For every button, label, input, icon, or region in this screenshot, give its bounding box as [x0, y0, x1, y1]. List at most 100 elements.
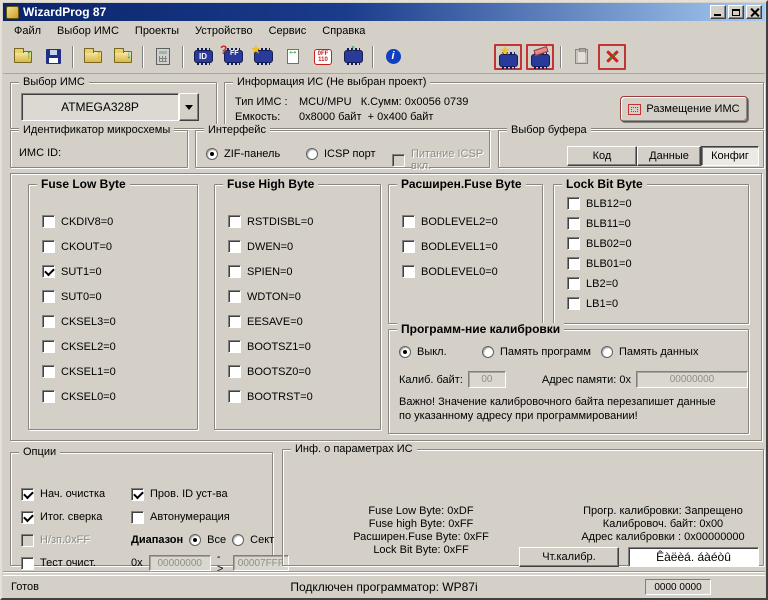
lock-bit-checkbox[interactable] — [567, 237, 580, 250]
fuse-bit-checkbox[interactable] — [42, 315, 55, 328]
buffer-code-button[interactable]: Код — [567, 146, 637, 166]
autonumber-checkbox[interactable] — [131, 511, 144, 524]
exit-button[interactable] — [598, 44, 626, 70]
fuse-bit-checkbox[interactable] — [42, 290, 55, 303]
range-all-radio[interactable] — [189, 534, 201, 546]
open-project-button[interactable]: ↑ — [8, 44, 38, 70]
fuse-bit-checkbox[interactable] — [42, 240, 55, 253]
menu-item[interactable]: Файл — [6, 23, 49, 39]
erase-chip-button[interactable] — [526, 44, 554, 70]
lock-bit-checkbox[interactable] — [567, 197, 580, 210]
calibration-progmem-radio[interactable] — [482, 346, 494, 358]
calibration-bytes-field[interactable]: Êàëèá. áàéòû — [628, 547, 759, 567]
fuse-bit-row[interactable]: EESAVE=0 — [228, 315, 380, 328]
hex-view-button[interactable]: 0FF110 — [308, 44, 338, 70]
menu-item[interactable]: Выбор ИМС — [49, 23, 127, 39]
fuse-bit-row[interactable]: BOOTSZ0=0 — [228, 365, 380, 378]
fuse-bit-row[interactable]: BODLEVEL2=0 — [402, 215, 542, 228]
group-title: Расширен.Fuse Byte — [397, 178, 526, 191]
fuse-bit-row[interactable]: BODLEVEL1=0 — [402, 240, 542, 253]
fuse-bit-row[interactable]: CKSEL1=0 — [42, 365, 197, 378]
fuse-bit-checkbox[interactable] — [42, 340, 55, 353]
calculator-button[interactable] — [148, 44, 178, 70]
check-id-row[interactable]: Пров. ID уст-ва — [131, 488, 228, 501]
lock-bit-row[interactable]: LB2=0 — [567, 277, 748, 290]
fuse-bit-checkbox[interactable] — [228, 215, 241, 228]
buffer-data-button[interactable]: Данные — [637, 146, 701, 166]
chip-placement-button[interactable]: Размещение ИМС — [620, 96, 748, 122]
autonumber-row[interactable]: Автонумерация — [131, 511, 230, 524]
menu-item[interactable]: Сервис — [261, 23, 315, 39]
auto-program-button[interactable]: ★ — [494, 44, 522, 70]
fuse-bit-checkbox[interactable] — [228, 390, 241, 403]
load-buffer-button[interactable]: ↑ — [78, 44, 108, 70]
fuse-bit-row[interactable]: CKSEL2=0 — [42, 340, 197, 353]
maximize-button[interactable] — [728, 5, 744, 19]
fuse-bit-checkbox[interactable] — [228, 265, 241, 278]
blank-test-checkbox[interactable] — [21, 557, 34, 570]
read-calibration-button[interactable]: Чт.калибр. — [519, 547, 619, 567]
fuse-bit-row[interactable]: BOOTRST=0 — [228, 390, 380, 403]
minimize-button[interactable] — [710, 5, 726, 19]
verify-file-button[interactable]: ↔ — [278, 44, 308, 70]
erase-first-row[interactable]: Нач. очистка — [21, 488, 131, 501]
fuse-bit-checkbox[interactable] — [228, 365, 241, 378]
fuse-bit-row[interactable]: CKOUT=0 — [42, 240, 197, 253]
calibration-datamem-radio[interactable] — [601, 346, 613, 358]
fuse-bit-checkbox[interactable] — [228, 290, 241, 303]
fuse-bit-row[interactable]: SUT0=0 — [42, 290, 197, 303]
fuse-bit-checkbox[interactable] — [402, 265, 415, 278]
buffer-config-button[interactable]: Конфиг — [701, 146, 759, 166]
fuse-bit-row[interactable]: BOOTSZ1=0 — [228, 340, 380, 353]
fuse-bit-checkbox[interactable] — [42, 365, 55, 378]
menu-item[interactable]: Проекты — [127, 23, 187, 39]
menu-item[interactable]: Устройство — [187, 23, 261, 39]
fuse-bit-row[interactable]: CKSEL0=0 — [42, 390, 197, 403]
lock-bit-row[interactable]: BLB12=0 — [567, 197, 748, 210]
program-chip-button[interactable]: ↑ — [338, 44, 368, 70]
blank-check-button[interactable]: FF? — [218, 44, 248, 70]
fuse-bit-row[interactable]: DWEN=0 — [228, 240, 380, 253]
save-buffer-button[interactable]: ↓ — [108, 44, 138, 70]
chip-combobox-dropdown-button[interactable] — [179, 93, 199, 121]
final-verify-checkbox[interactable] — [21, 511, 34, 524]
lock-bit-row[interactable]: LB1=0 — [567, 297, 748, 310]
zif-radio[interactable] — [206, 148, 218, 160]
fuse-bit-checkbox[interactable] — [228, 315, 241, 328]
fuse-bit-checkbox[interactable] — [228, 340, 241, 353]
fuse-bit-checkbox[interactable] — [42, 390, 55, 403]
info-button[interactable]: i — [378, 44, 408, 70]
range-sector-radio[interactable] — [232, 534, 244, 546]
read-id-button[interactable]: ID — [188, 44, 218, 70]
fuse-bit-row[interactable]: CKSEL3=0 — [42, 315, 197, 328]
fuse-bit-row[interactable]: CKDIV8=0 — [42, 215, 197, 228]
icsp-radio[interactable] — [306, 148, 318, 160]
final-verify-row[interactable]: Итог. сверка — [21, 511, 131, 524]
blank-test-row[interactable]: Тест очист. — [21, 557, 131, 570]
lock-bit-checkbox[interactable] — [567, 297, 580, 310]
fuse-bit-checkbox[interactable] — [42, 265, 55, 278]
fuse-bit-row[interactable]: SUT1=0 — [42, 265, 197, 278]
chip-combobox[interactable]: ATMEGA328P — [21, 93, 179, 121]
fuse-bit-checkbox[interactable] — [42, 215, 55, 228]
fuse-bit-checkbox[interactable] — [402, 215, 415, 228]
fuse-bit-row[interactable]: RSTDISBL=0 — [228, 215, 380, 228]
fuse-bit-checkbox[interactable] — [228, 240, 241, 253]
lock-bit-checkbox[interactable] — [567, 217, 580, 230]
lock-bit-row[interactable]: BLB11=0 — [567, 217, 748, 230]
close-button[interactable] — [746, 5, 762, 19]
fuse-bit-row[interactable]: WDTON=0 — [228, 290, 380, 303]
check-id-checkbox[interactable] — [131, 488, 144, 501]
fuse-bit-row[interactable]: SPIEN=0 — [228, 265, 380, 278]
compare-chip-button[interactable]: ★ — [248, 44, 278, 70]
lock-bit-row[interactable]: BLB02=0 — [567, 237, 748, 250]
lock-bit-row[interactable]: BLB01=0 — [567, 257, 748, 270]
save-button[interactable] — [38, 44, 68, 70]
fuse-bit-checkbox[interactable] — [402, 240, 415, 253]
menu-item[interactable]: Справка — [314, 23, 373, 39]
fuse-bit-row[interactable]: BODLEVEL0=0 — [402, 265, 542, 278]
calibration-off-radio[interactable] — [399, 346, 411, 358]
lock-bit-checkbox[interactable] — [567, 277, 580, 290]
erase-first-checkbox[interactable] — [21, 488, 34, 501]
lock-bit-checkbox[interactable] — [567, 257, 580, 270]
